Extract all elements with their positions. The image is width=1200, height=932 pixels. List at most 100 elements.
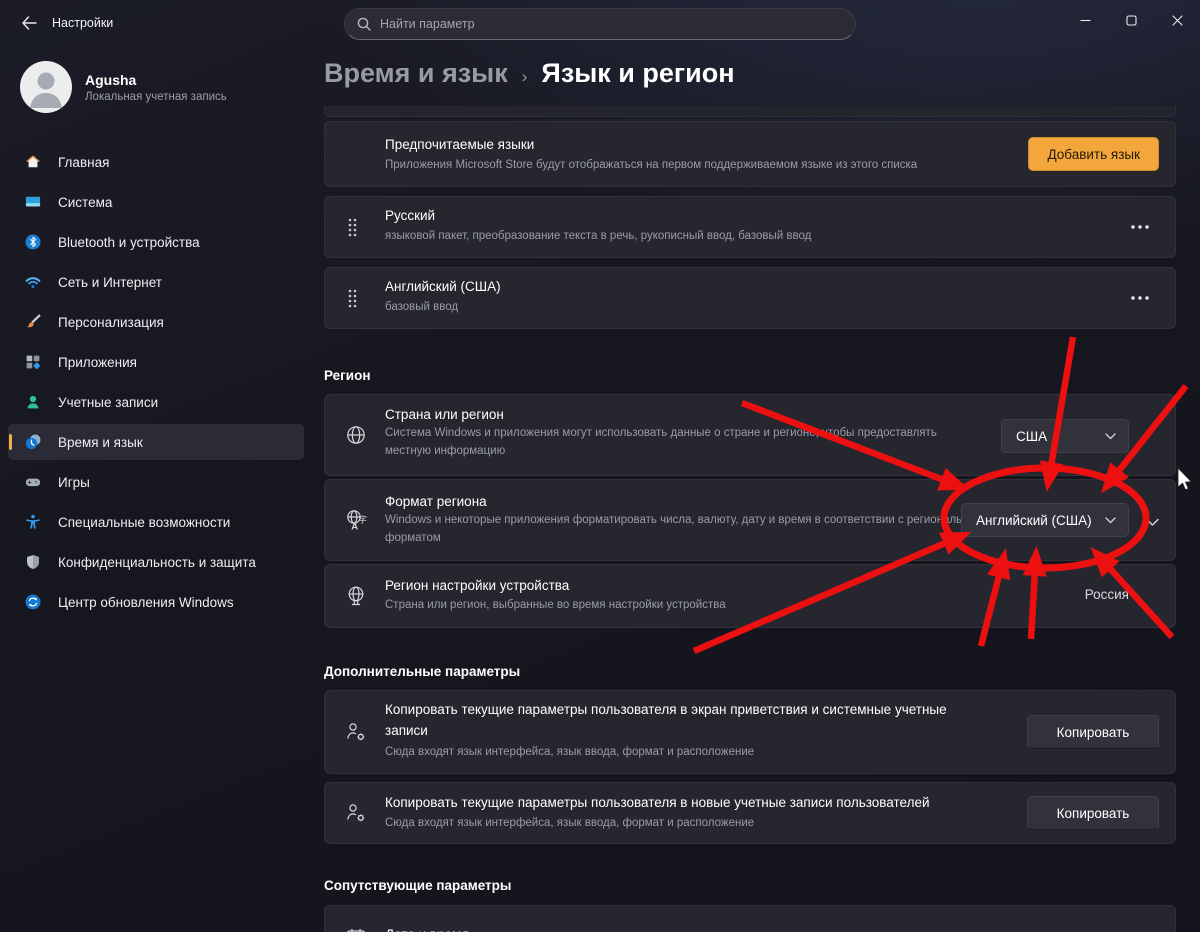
sidebar-item-home[interactable]: Главная [8,144,304,180]
user-name: Agusha [85,71,137,88]
region-format-icon: A字 [344,508,368,533]
sidebar-item-personalization[interactable]: Персонализация [8,304,304,340]
svg-text:A: A [351,522,358,533]
date-time-row[interactable]: Дата и время [324,905,1176,932]
search-box[interactable] [344,8,856,40]
country-region-description: Система Windows и приложения могут испол… [385,427,937,457]
sidebar-item-system[interactable]: Система [8,184,304,220]
sidebar-item-label: Конфиденциальность и защита [58,554,256,570]
region-format-description: Windows и некоторые приложения форматиро… [385,514,985,544]
personalization-icon [24,313,42,331]
sidebar-item-accessibility[interactable]: Специальные возможности [8,504,304,540]
sidebar-item-label: Персонализация [58,314,164,330]
close-button[interactable] [1154,0,1200,40]
language-features: базовый ввод [385,301,459,313]
page-title: Язык и регион [541,58,735,88]
globe-icon [344,423,368,447]
back-button[interactable] [14,10,44,36]
sidebar-item-label: Учетные записи [58,394,159,410]
windows-update-icon [24,593,42,611]
more-options-icon[interactable] [1127,218,1153,236]
device-region-value: Россия [1084,587,1129,602]
expander-chevron-icon[interactable] [1146,514,1159,532]
sidebar-item-label: Система [58,194,113,210]
sidebar-item-privacy[interactable]: Конфиденциальность и защита [8,544,304,580]
games-icon [24,473,42,491]
sidebar-item-label: Время и язык [58,434,143,450]
sidebar-item-label: Игры [58,474,90,490]
device-region-row: Регион настройки устройства Страна или р… [324,564,1176,628]
bluetooth-icon [24,233,42,251]
chevron-down-icon [1105,432,1116,439]
language-name: Русский [385,208,436,223]
minimize-icon [1080,19,1090,21]
device-region-description: Страна или регион, выбранные во время на… [385,599,726,611]
user-account-type: Локальная учетная запись [85,90,227,103]
copy-settings-description: Сюда входят язык интерфейса, язык ввода,… [385,746,755,758]
network-icon [24,273,42,291]
add-language-button[interactable]: Добавить язык [1028,137,1159,171]
region-format-dropdown[interactable]: Английский (США) [961,503,1129,537]
language-features: языковой пакет, преобразование текста в … [385,230,812,242]
breadcrumb-parent[interactable]: Время и язык [324,58,508,89]
copy-user-settings-icon [344,801,368,825]
accounts-icon [24,393,42,411]
sidebar-item-network[interactable]: Сеть и Интернет [8,264,304,300]
breadcrumb: Время и язык › Язык и регион [324,58,735,89]
sidebar-item-windows-update[interactable]: Центр обновления Windows [8,584,304,620]
minimize-button[interactable] [1062,0,1108,40]
preferred-languages-description: Приложения Microsoft Store будут отображ… [385,159,918,171]
breadcrumb-separator-icon: › [521,67,528,86]
preferred-languages-card: Предпочитаемые языки Приложения Microsof… [324,121,1176,187]
country-region-title: Страна или регион [385,407,504,422]
window-controls [1062,0,1200,40]
sidebar-item-label: Центр обновления Windows [58,594,234,610]
sidebar: Главная Система Bluetooth и устройства С… [8,144,304,624]
chevron-down-icon [1105,516,1116,523]
country-region-row: Страна или регион Система Windows и прил… [324,394,1176,476]
drag-handle-icon[interactable] [347,288,358,313]
user-account[interactable]: Agusha Локальная учетная запись [20,61,227,113]
country-region-dropdown[interactable]: США [1001,419,1129,453]
avatar-person-icon [30,72,62,108]
copy-user-settings-icon [344,720,368,744]
copy-settings-description: Сюда входят язык интерфейса, язык ввода,… [385,817,755,829]
sidebar-item-label: Специальные возможности [58,514,231,530]
sidebar-item-accounts[interactable]: Учетные записи [8,384,304,420]
sidebar-item-games[interactable]: Игры [8,464,304,500]
close-icon [1171,14,1183,26]
date-time-title: Дата и время [385,924,469,932]
apps-icon [24,353,42,371]
search-input[interactable] [380,17,843,31]
sidebar-item-label: Сеть и Интернет [58,274,162,290]
svg-text:字: 字 [359,515,368,525]
search-icon [357,17,371,31]
copy-settings-row-welcome: Копировать текущие параметры пользовател… [324,690,1176,774]
system-icon [24,193,42,211]
mouse-cursor [1177,467,1193,491]
back-arrow-icon [22,16,37,30]
region-format-row: A字 Формат региона Windows и некоторые пр… [324,479,1176,561]
avatar [20,61,72,113]
copy-button[interactable]: Копировать [1027,715,1159,749]
copy-settings-title: Копировать текущие параметры пользовател… [385,702,947,738]
copy-button[interactable]: Копировать [1027,796,1159,830]
device-globe-icon [344,584,368,608]
settings-window: Настройки Agusha Локальная учетная запис [0,0,1200,932]
sidebar-item-apps[interactable]: Приложения [8,344,304,380]
maximize-button[interactable] [1108,0,1154,40]
language-row-russian[interactable]: Русский языковой пакет, преобразование т… [324,196,1176,258]
sidebar-item-time-language[interactable]: Время и язык [8,424,304,460]
time-language-icon [24,433,42,451]
region-format-value: Английский (США) [976,512,1092,528]
copy-settings-title: Копировать текущие параметры пользовател… [385,795,930,810]
scrolled-card-sliver [324,106,1176,117]
language-row-english-us[interactable]: Английский (США) базовый ввод [324,267,1176,329]
drag-handle-icon[interactable] [347,217,358,242]
sidebar-item-bluetooth[interactable]: Bluetooth и устройства [8,224,304,260]
maximize-icon [1125,14,1137,26]
related-section-title: Сопутствующие параметры [324,878,512,893]
more-options-icon[interactable] [1127,289,1153,307]
preferred-languages-title: Предпочитаемые языки [385,137,535,152]
app-title: Настройки [52,16,114,30]
